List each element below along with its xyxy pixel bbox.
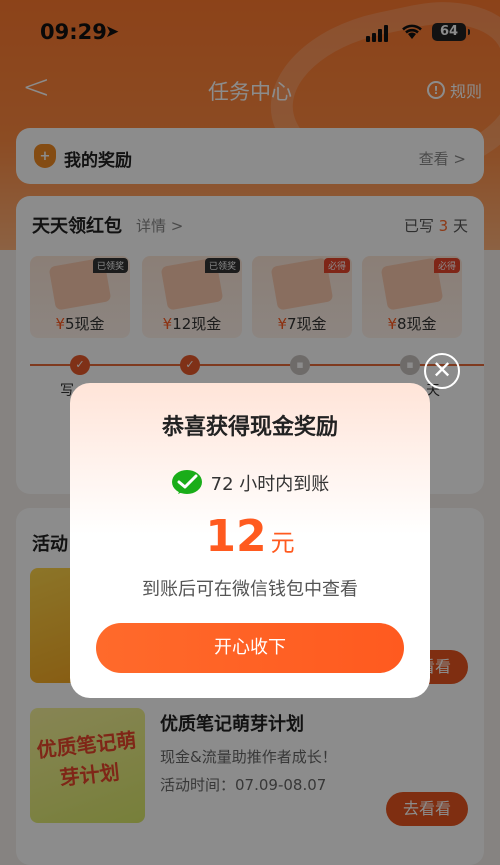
arrival-text: 72 小时内到账 <box>210 474 330 495</box>
wechat-icon <box>171 470 202 494</box>
modal-title: 恭喜获得现金奖励 <box>161 415 338 440</box>
wallet-hint: 到账后可在微信钱包中查看 <box>142 579 358 600</box>
reward-amount: 12 元 <box>205 511 295 562</box>
close-icon[interactable]: ✕ <box>424 353 460 389</box>
accept-button[interactable]: 开心收下 <box>96 623 404 673</box>
cash-reward-modal: 恭喜获得现金奖励 72 小时内到账 12 元 到账后可在微信钱包中查看 开心收下 <box>70 383 430 698</box>
wechat-arrival-row: 72 小时内到账 <box>70 469 430 497</box>
